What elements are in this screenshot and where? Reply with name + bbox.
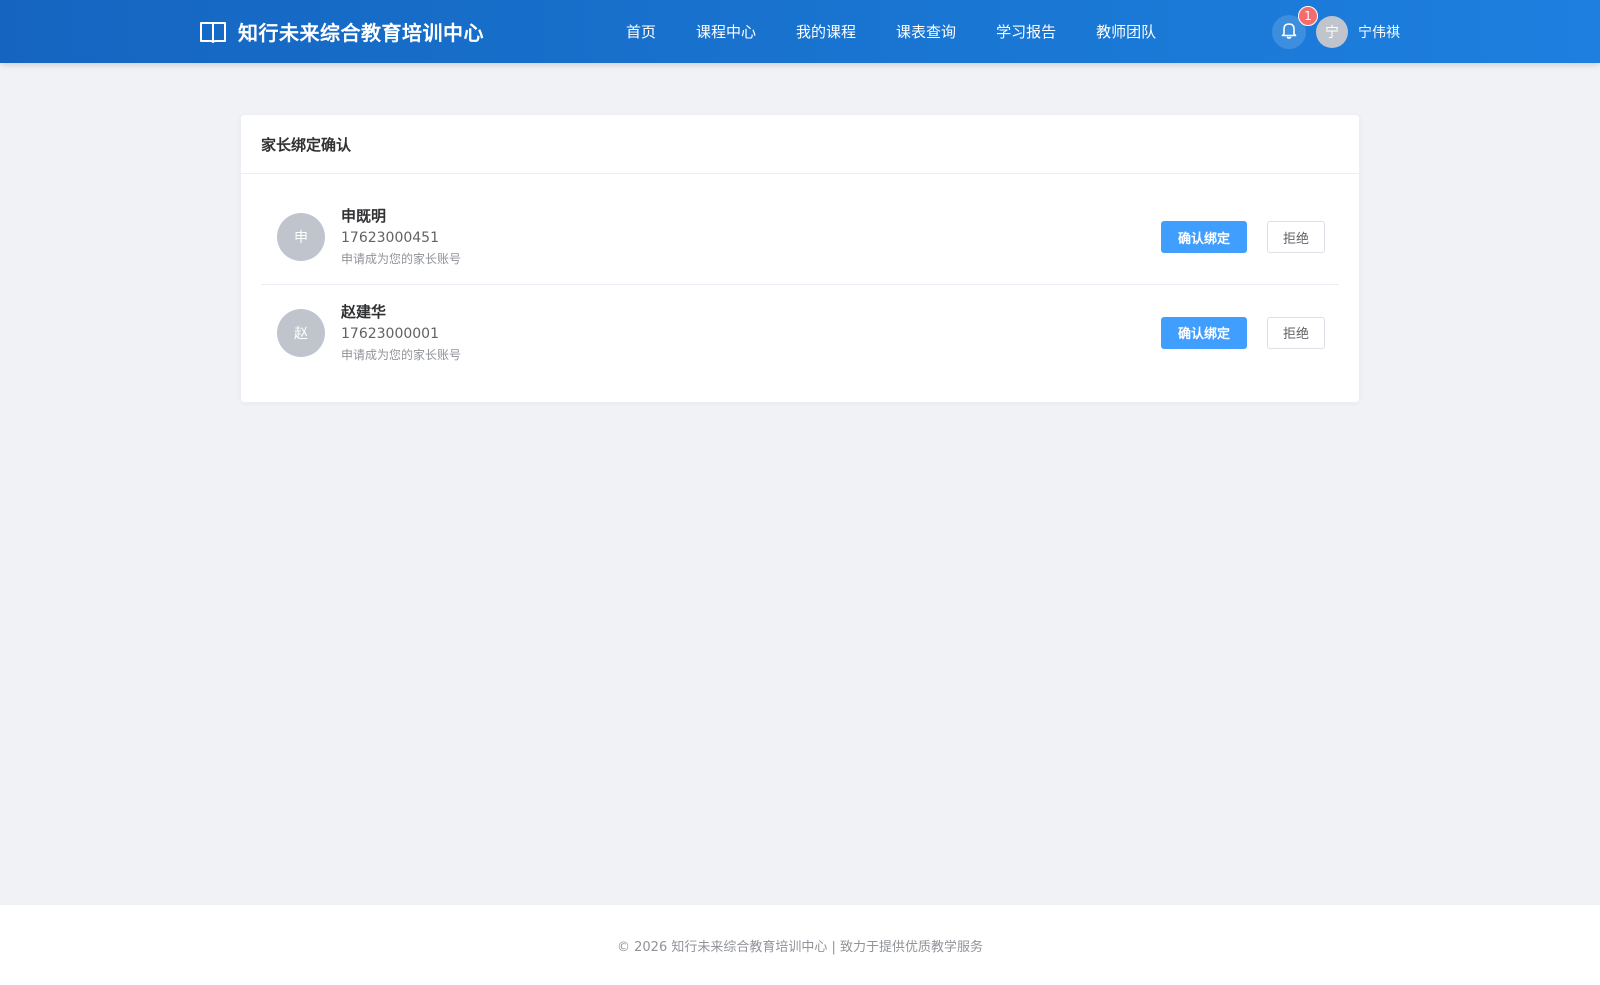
avatar: 赵 <box>277 308 325 357</box>
nav-item-teachers[interactable]: 教师团队 <box>1096 21 1156 42</box>
nav-item-study-report[interactable]: 学习报告 <box>996 21 1056 42</box>
parent-name: 赵建华 <box>341 302 387 321</box>
request-info: 赵建华 17623000001 申请成为您的家长账号 <box>341 301 461 365</box>
reject-button[interactable]: 拒绝 <box>1266 221 1325 253</box>
nav-item-course-center[interactable]: 课程中心 <box>696 21 756 42</box>
brand[interactable]: 知行未来综合教育培训中心 <box>200 0 484 63</box>
card-title: 家长绑定确认 <box>241 115 1359 174</box>
bell-icon <box>1280 21 1298 43</box>
page-footer: © 2026 知行未来综合教育培训中心 | 致力于提供优质教学服务 <box>0 905 1600 985</box>
request-list: 申 申既明 17623000451 申请成为您的家长账号 确认绑定 拒绝 赵 赵… <box>241 174 1359 380</box>
request-note: 申请成为您的家长账号 <box>341 252 462 266</box>
avatar: 申 <box>277 213 325 261</box>
list-item: 申 申既明 17623000451 申请成为您的家长账号 确认绑定 拒绝 <box>261 190 1339 285</box>
parent-binding-card: 家长绑定确认 申 申既明 17623000451 申请成为您的家长账号 确认绑定… <box>240 114 1360 403</box>
confirm-binding-button[interactable]: 确认绑定 <box>1160 221 1247 253</box>
top-header: 知行未来综合教育培训中心 首页 课程中心 我的课程 课表查询 学习报告 教师团队… <box>0 0 1600 63</box>
request-actions: 确认绑定 拒绝 <box>1160 316 1325 349</box>
request-info: 申既明 17623000451 申请成为您的家长账号 <box>341 205 461 269</box>
main-nav: 首页 课程中心 我的课程 课表查询 学习报告 教师团队 <box>600 0 1176 63</box>
request-note: 申请成为您的家长账号 <box>341 347 462 362</box>
reject-button[interactable]: 拒绝 <box>1266 316 1325 349</box>
confirm-binding-button[interactable]: 确认绑定 <box>1160 316 1247 349</box>
user-area: 1 宁 宁伟祺 <box>1272 0 1400 63</box>
user-name[interactable]: 宁伟祺 <box>1358 22 1400 42</box>
notification-button[interactable]: 1 <box>1272 5 1318 49</box>
nav-item-home[interactable]: 首页 <box>626 21 656 42</box>
brand-title: 知行未来综合教育培训中心 <box>238 21 484 45</box>
notification-badge: 1 <box>1298 5 1318 26</box>
parent-name: 申既明 <box>341 207 387 225</box>
list-item: 赵 赵建华 17623000001 申请成为您的家长账号 确认绑定 拒绝 <box>261 285 1339 380</box>
nav-item-my-courses[interactable]: 我的课程 <box>796 21 856 42</box>
nav-item-schedule[interactable]: 课表查询 <box>896 21 956 42</box>
book-open-icon <box>200 20 226 44</box>
parent-phone: 17623000451 <box>341 230 439 246</box>
user-avatar[interactable]: 宁 <box>1316 15 1348 48</box>
footer-text: © 2026 知行未来综合教育培训中心 | 致力于提供优质教学服务 <box>617 939 983 955</box>
request-actions: 确认绑定 拒绝 <box>1160 221 1325 253</box>
parent-phone: 17623000001 <box>341 325 439 342</box>
